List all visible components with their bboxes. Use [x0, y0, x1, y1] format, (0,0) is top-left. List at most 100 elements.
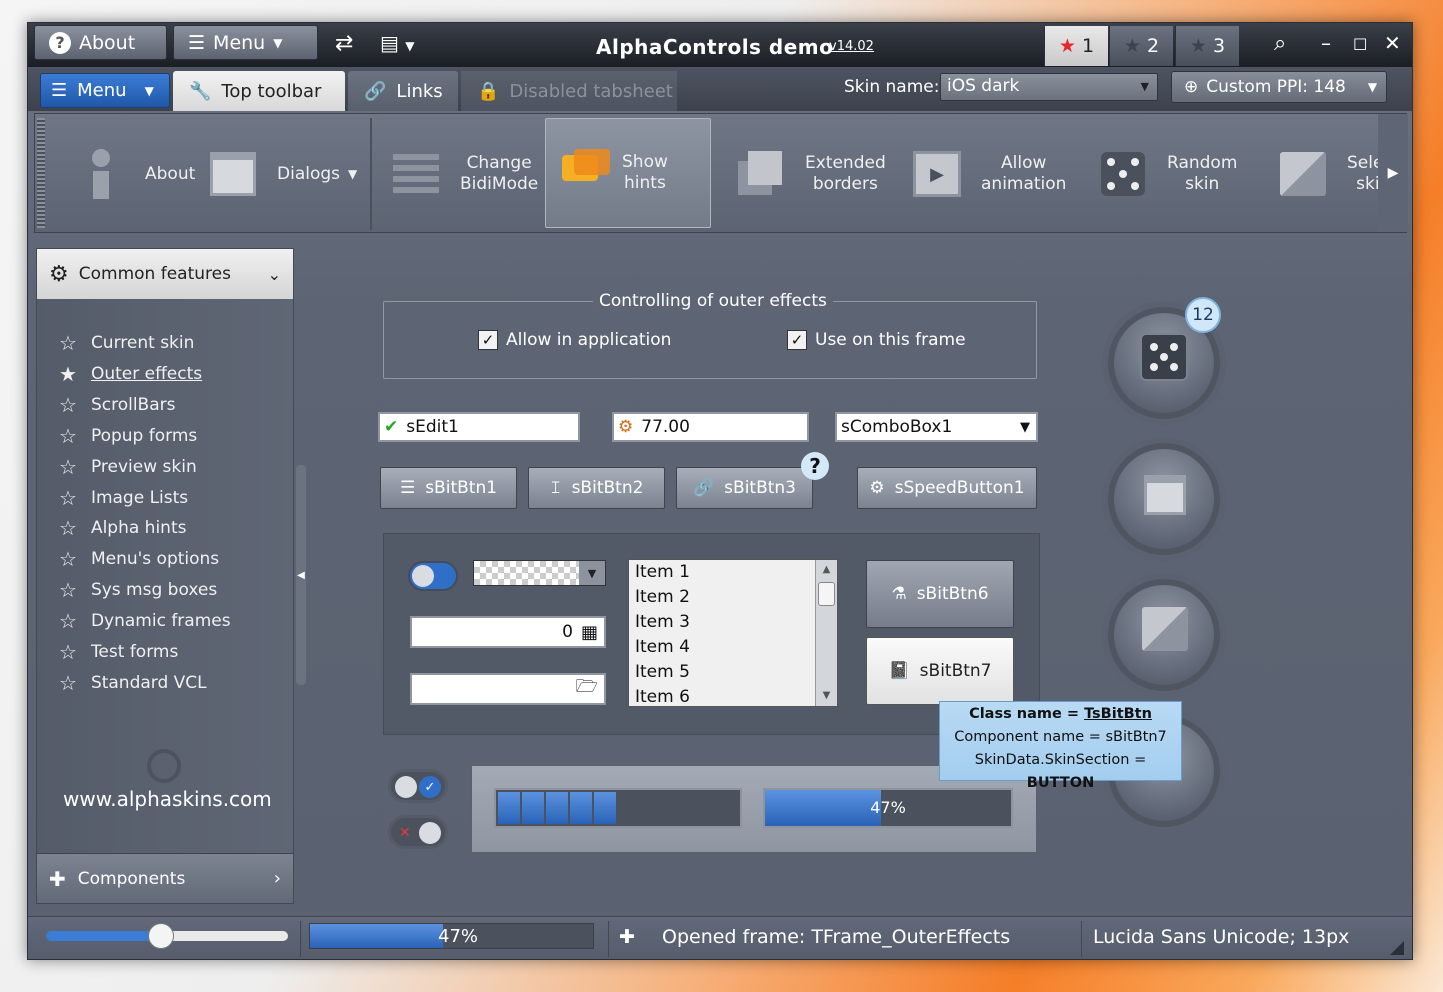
form-list-icon[interactable]: ▤ ▼ — [380, 31, 415, 55]
scroll-thumb[interactable] — [818, 582, 835, 606]
toolbar-about[interactable]: About — [75, 126, 195, 222]
list-item[interactable]: Item 3 — [629, 610, 837, 635]
toolbar-allow-animation[interactable]: ▶ Allow animation — [911, 126, 1066, 222]
title-menu-button[interactable]: ☰ Menu ▼ — [173, 25, 318, 60]
sspeedbutton1[interactable]: ⚙ sSpeedButton1 — [857, 467, 1037, 509]
round-palette-button[interactable] — [1108, 579, 1220, 691]
sidebar-item-label: Image Lists — [90, 487, 189, 508]
version-link[interactable]: v14.02 — [829, 39, 874, 54]
list-item[interactable]: Item 5 — [629, 660, 837, 685]
spin-value: 0 — [562, 622, 573, 642]
gear-icon: ⚙ — [869, 478, 885, 498]
help-badge-icon[interactable]: ? — [801, 452, 829, 480]
star-tab-3[interactable]: ★ 3 — [1175, 26, 1239, 66]
slider-thumb[interactable] — [148, 923, 174, 949]
scroll-down-icon[interactable]: ▼ — [816, 686, 837, 706]
sidebar-item[interactable]: ☆ Preview skin — [59, 453, 197, 481]
speech-bubble-icon — [560, 143, 612, 203]
toggle-switch-on[interactable]: ✓ — [388, 769, 448, 803]
sbitbtn7[interactable]: 📓 sBitBtn7 — [866, 637, 1014, 705]
tab-links[interactable]: 🔗 Links — [348, 71, 458, 111]
list-item[interactable]: Item 2 — [629, 585, 837, 610]
tab-menu-button[interactable]: ☰ Menu ▼ — [40, 73, 170, 108]
gear-icon: ⚙ — [618, 417, 634, 437]
color-combo[interactable]: ▼ — [473, 560, 606, 586]
folder-open-icon[interactable]: 🗁 — [576, 674, 598, 704]
star-tab-2[interactable]: ★ 2 — [1109, 26, 1173, 66]
list-item[interactable]: Item 1 — [629, 560, 837, 585]
use-on-frame-checkbox[interactable]: ✓ Use on this frame — [787, 330, 966, 350]
sidebar-item[interactable]: ☆ Image Lists — [59, 484, 188, 512]
components-section[interactable]: ✚ Components › — [37, 853, 293, 903]
sbitbtn3[interactable]: 🔗 sBitBtn3 — [676, 467, 813, 509]
star-icon: ☆ — [59, 392, 77, 417]
list-scrollbar[interactable]: ▲ ▼ — [815, 560, 837, 706]
skin-name-combo[interactable]: iOS dark ▼ — [940, 73, 1158, 101]
star-tab-label: 2 — [1146, 35, 1160, 57]
sidebar-item[interactable]: ☆ Current skin — [59, 329, 194, 357]
sidebar-item-label: Popup forms — [90, 425, 198, 446]
calculator-icon[interactable]: ▦ — [581, 622, 598, 643]
sidebar-item[interactable]: ☆ Menu's options — [59, 545, 219, 573]
spin-edit[interactable]: 0 ▦ — [410, 616, 606, 648]
dialog-window-icon — [1144, 475, 1186, 515]
website-link[interactable]: www.alphaskins.com — [63, 787, 272, 811]
toggle-switch-1[interactable] — [408, 561, 458, 591]
star-tab-label: 1 — [1081, 35, 1095, 57]
minimize-button[interactable]: – — [1321, 31, 1331, 55]
items-listbox[interactable]: Item 1 Item 2 Item 3 Item 4 Item 5 Item 6 ▲ ▼ — [628, 559, 838, 707]
sidebar-item-label: Preview skin — [90, 456, 197, 477]
file-path-input[interactable]: 🗁 — [410, 673, 606, 705]
sbitbtn6[interactable]: ⚗ sBitBtn6 — [866, 560, 1014, 628]
sedit1-input[interactable]: ✔ sEdit1 — [378, 412, 580, 442]
tab-top-toolbar[interactable]: 🔧 Top toolbar — [173, 71, 345, 111]
scroll-up-icon[interactable]: ▲ — [816, 560, 837, 580]
round-dialog-button[interactable] — [1108, 443, 1220, 555]
star-tab-1[interactable]: ★ 1 — [1044, 26, 1108, 66]
panel-splitter[interactable]: ◀ — [296, 465, 306, 685]
toggle-switch-off[interactable]: ✕ — [388, 815, 448, 849]
custom-ppi-button[interactable]: ⊕ Custom PPI: 148 ▼ — [1171, 71, 1387, 103]
star-icon: ★ — [1189, 35, 1207, 57]
sidebar-item[interactable]: ☆ ScrollBars — [59, 391, 175, 419]
toolbar-dialogs[interactable]: Dialogs ▼ — [207, 126, 357, 222]
toggle-knob — [395, 776, 417, 798]
combobox-value: sComboBox1 — [841, 417, 953, 437]
checkbox-label: Use on this frame — [815, 330, 966, 350]
toolbar-extended-borders[interactable]: Extended borders — [735, 126, 886, 222]
menu-label: Menu — [77, 80, 127, 101]
star-icon: ☆ — [59, 547, 77, 572]
status-font-text: Lucida Sans Unicode; 13px — [1093, 926, 1350, 948]
close-button[interactable]: ✕ — [1384, 31, 1401, 55]
common-features-header[interactable]: ⚙ Common features ⌄ — [37, 249, 293, 299]
sidebar-item[interactable]: ★ Outer effects — [59, 360, 202, 388]
about-button[interactable]: ? About — [34, 25, 167, 60]
toolbar-grip[interactable] — [37, 118, 45, 228]
list-item[interactable]: Item 6 — [629, 685, 837, 706]
progress-segment — [498, 792, 520, 824]
scombobox1[interactable]: sComboBox1 ▼ — [835, 412, 1038, 442]
sidebar-item[interactable]: ☆ Alpha hints — [59, 514, 186, 542]
x-icon: ✕ — [399, 825, 411, 841]
sedit1-value: sEdit1 — [406, 417, 459, 437]
sbitbtn2[interactable]: 𝙸sBitBtn2 — [528, 467, 665, 509]
toolbar-random-skin[interactable]: Random skin — [1097, 126, 1237, 222]
sidebar-item[interactable]: ☆ Dynamic frames — [59, 607, 231, 635]
maximize-button[interactable]: ☐ — [1353, 35, 1367, 54]
toolbar-about-label: About — [145, 163, 196, 184]
sbitbtn1[interactable]: ☰ sBitBtn1 — [380, 467, 517, 509]
sidebar-item[interactable]: ☆ Popup forms — [59, 422, 197, 450]
resize-grip-icon[interactable] — [1390, 941, 1404, 955]
allow-in-application-checkbox[interactable]: ✓ Allow in application — [478, 330, 671, 350]
decimal-input[interactable]: ⚙ 77.00 — [612, 412, 809, 442]
swap-icon[interactable]: ⇄ — [335, 31, 353, 56]
search-icon[interactable]: ⌕ — [1274, 31, 1286, 56]
list-item[interactable]: Item 4 — [629, 635, 837, 660]
toolbar-change-bidimode[interactable]: Change BidiMode — [390, 126, 538, 222]
sidebar-item[interactable]: ☆ Sys msg boxes — [59, 576, 217, 604]
sidebar-item[interactable]: ☆ Test forms — [59, 638, 178, 666]
toolbar-scroll-right[interactable]: ▶ — [1378, 114, 1408, 232]
sidebar-item[interactable]: ☆ Standard VCL — [59, 669, 207, 697]
zoom-slider[interactable] — [46, 923, 288, 949]
toolbar-show-hints[interactable]: Show hints — [545, 118, 711, 228]
